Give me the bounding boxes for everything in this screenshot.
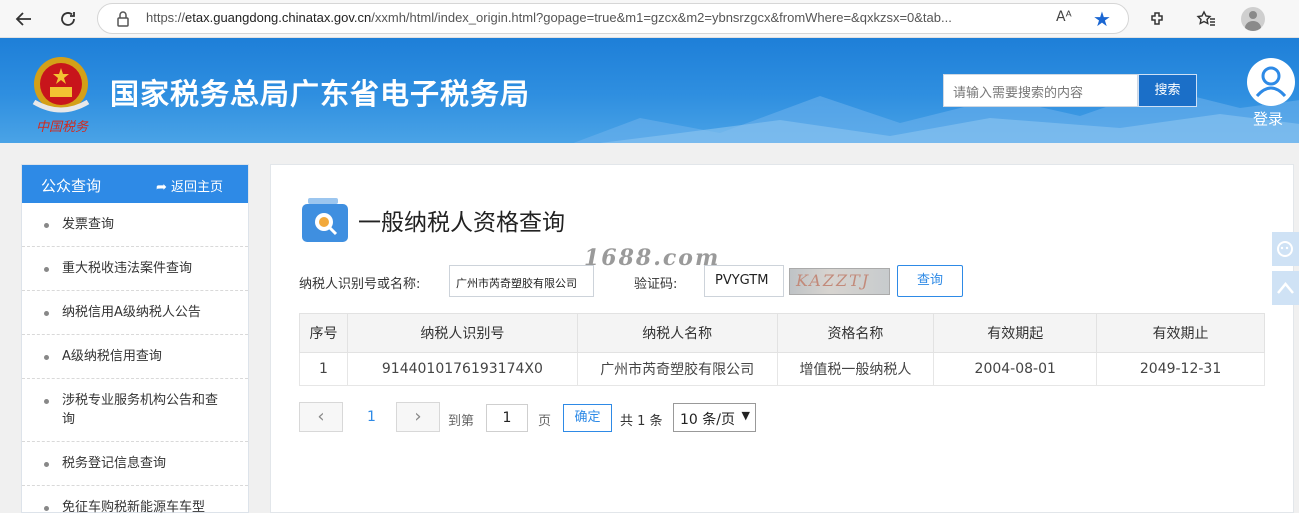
table-row: 1 9144010176193174X0 广州市芮奇塑胶有限公司 增值税一般纳税…: [299, 352, 1265, 386]
sidebar-item-label: A级纳税信用查询: [62, 349, 162, 364]
sidebar-item-label: 免征车购税新能源车车型: [62, 500, 206, 513]
next-page-button[interactable]: ›: [396, 402, 440, 432]
site-header: 中国税务 国家税务总局广东省电子税务局 请输入需要搜索的内容 搜索 登录: [0, 38, 1299, 143]
cell-valid-to: 2049-12-31: [1096, 352, 1265, 386]
sidebar-item-a-credit-query[interactable]: A级纳税信用查询: [22, 335, 248, 379]
sidebar-item-a-credit-notice[interactable]: 纳税信用A级纳税人公告: [22, 291, 248, 335]
address-bar[interactable]: https://etax.guangdong.chinatax.gov.cn/x…: [97, 3, 1129, 34]
sidebar: 公众查询 ➦ 返回主页 发票查询 重大税收违法案件查询 纳税信用A级纳税人公告 …: [21, 164, 249, 513]
scroll-top-icon[interactable]: [1272, 271, 1299, 305]
captcha-input[interactable]: PVYGTM: [704, 265, 784, 297]
query-button[interactable]: 查询: [897, 265, 963, 297]
emblem-text: 中国税务: [36, 120, 89, 135]
cell-qualification: 增值税一般纳税人: [776, 352, 935, 386]
sidebar-item-major-violations[interactable]: 重大税收违法案件查询: [22, 247, 248, 291]
watermark-text: 1688.com: [584, 245, 721, 271]
page-unit-label: 页: [538, 414, 552, 429]
sidebar-header: 公众查询 ➦ 返回主页: [22, 165, 248, 203]
sidebar-item-label: 重大税收违法案件查询: [62, 261, 193, 276]
chevron-down-icon: ▼: [741, 409, 750, 422]
sidebar-item-tax-agency[interactable]: 涉税专业服务机构公告和查询: [22, 379, 248, 442]
goto-label: 到第: [448, 414, 475, 429]
site-search-input[interactable]: 请输入需要搜索的内容: [943, 74, 1138, 107]
col-header-valid-from: 有效期起: [933, 313, 1098, 353]
col-header-taxpayer-id: 纳税人识别号: [346, 313, 578, 353]
captcha-image[interactable]: KAZZTJ: [789, 268, 890, 295]
captcha-label: 验证码:: [634, 277, 678, 292]
taxpayer-input[interactable]: 广州市芮奇塑胶有限公司: [449, 265, 594, 297]
page-jump-confirm-button[interactable]: 确定: [563, 404, 612, 432]
lock-icon: [117, 11, 129, 27]
site-search-button[interactable]: 搜索: [1138, 74, 1197, 107]
current-page-number[interactable]: 1: [367, 409, 376, 425]
read-aloud-icon[interactable]: Aᴬ: [1056, 9, 1072, 25]
page-jump-input[interactable]: 1: [486, 404, 528, 432]
table-header-row: 序号 纳税人识别号 纳税人名称 资格名称 有效期起 有效期止: [299, 313, 1265, 353]
sidebar-item-label: 税务登记信息查询: [62, 456, 167, 471]
result-table: 序号 纳税人识别号 纳税人名称 资格名称 有效期起 有效期止 1 9144010…: [299, 313, 1265, 386]
sidebar-item-invoice-query[interactable]: 发票查询: [22, 203, 248, 247]
cell-valid-from: 2004-08-01: [933, 352, 1098, 386]
cell-taxpayer-name: 广州市芮奇塑胶有限公司: [576, 352, 778, 386]
user-login-icon[interactable]: [1247, 58, 1295, 106]
cell-taxpayer-id: 9144010176193174X0: [346, 352, 578, 386]
col-header-index: 序号: [299, 313, 348, 353]
refresh-icon[interactable]: [54, 5, 82, 33]
sidebar-item-label: 涉税专业服务机构公告和查询: [62, 393, 219, 427]
back-icon[interactable]: [10, 5, 38, 33]
taxpayer-label: 纳税人识别号或名称:: [299, 277, 421, 292]
login-label[interactable]: 登录: [1253, 108, 1283, 129]
return-arrow-icon: ➦: [156, 180, 172, 195]
return-home-link[interactable]: ➦ 返回主页: [156, 176, 223, 195]
col-header-qualification: 资格名称: [776, 313, 935, 353]
favorite-star-icon[interactable]: ★: [1093, 7, 1111, 31]
col-header-valid-to: 有效期止: [1096, 313, 1265, 353]
sidebar-item-label: 发票查询: [62, 217, 115, 232]
extensions-icon[interactable]: [1143, 5, 1171, 33]
page-size-select[interactable]: 10 条/页 ▼: [673, 403, 756, 432]
site-title: 国家税务总局广东省电子税务局: [110, 77, 531, 111]
prev-page-button[interactable]: ‹: [299, 402, 343, 432]
cell-index: 1: [299, 352, 348, 386]
browser-toolbar: https://etax.guangdong.chinatax.gov.cn/x…: [0, 0, 1299, 38]
profile-avatar[interactable]: [1241, 7, 1265, 31]
url-text[interactable]: https://etax.guangdong.chinatax.gov.cn/x…: [146, 10, 1066, 25]
col-header-taxpayer-name: 纳税人名称: [576, 313, 778, 353]
favorites-icon[interactable]: [1192, 5, 1220, 33]
sidebar-item-label: 纳税信用A级纳税人公告: [62, 305, 201, 320]
chat-icon[interactable]: [1272, 232, 1299, 266]
sidebar-item-registration-query[interactable]: 税务登记信息查询: [22, 442, 248, 486]
query-icon: [302, 198, 348, 242]
sidebar-title: 公众查询: [41, 177, 102, 195]
page-size-value: 10 条/页: [680, 412, 735, 428]
return-home-label: 返回主页: [171, 180, 224, 195]
page-title: 一般纳税人资格查询: [358, 210, 565, 236]
total-count: 共 1 条: [620, 414, 663, 429]
sidebar-item-new-energy-vehicles[interactable]: 免征车购税新能源车车型: [22, 486, 248, 513]
